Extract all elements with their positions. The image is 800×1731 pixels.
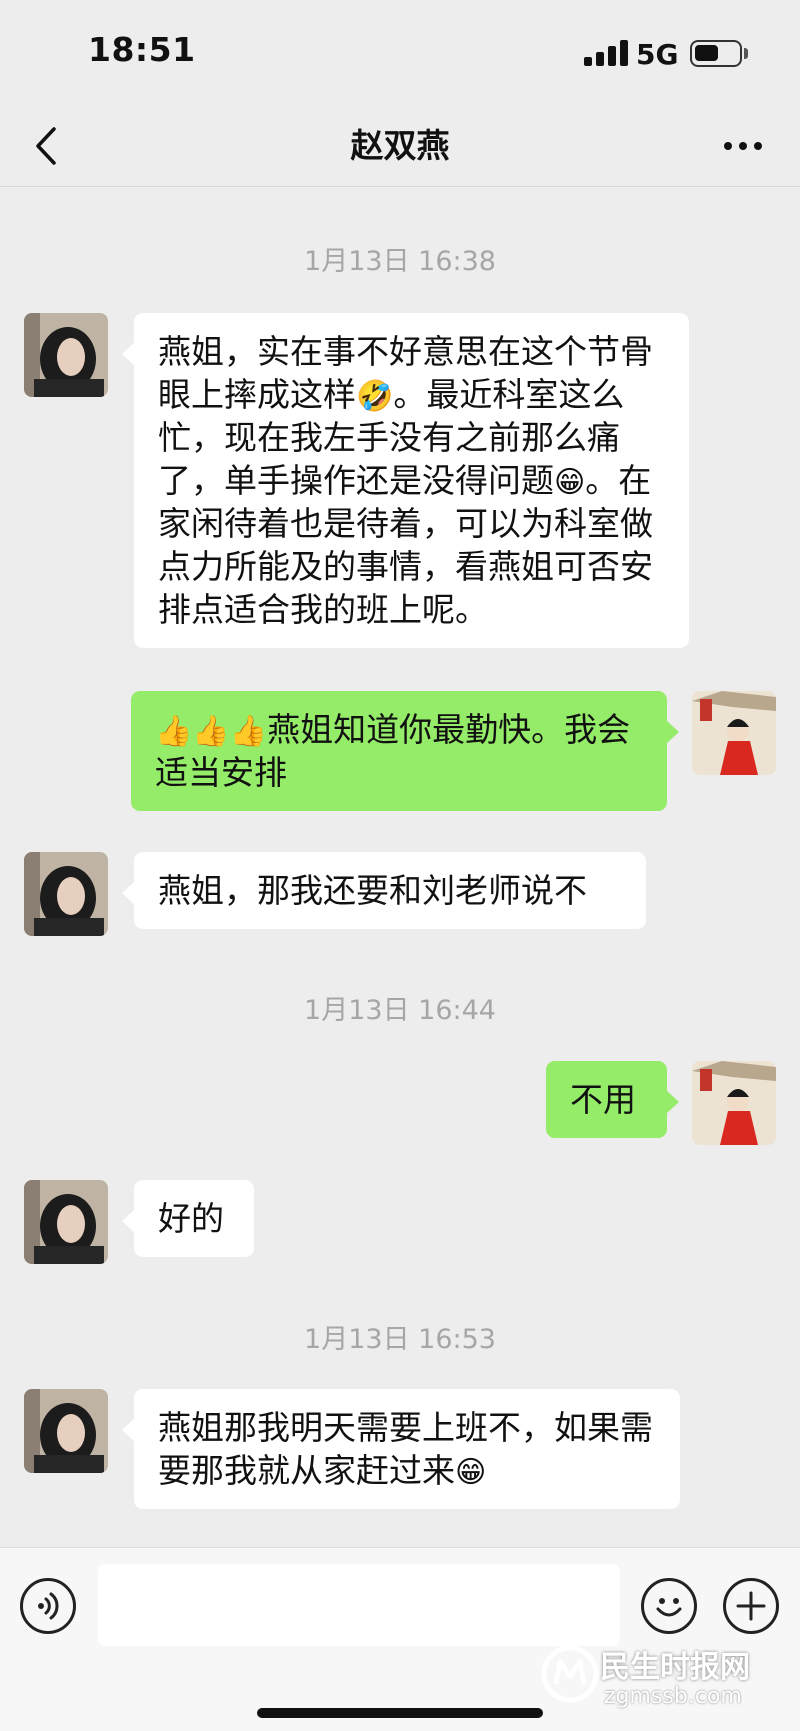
home-indicator [257,1708,543,1718]
network-type: 5G [636,38,679,71]
timestamp: 1月13日 16:44 [304,995,496,1026]
message-text: 不用 [570,1080,636,1119]
message-input[interactable] [98,1564,620,1646]
battery-icon [690,40,742,67]
message-text: 燕姐那我明天需要上班不，如果需要那我就从家赶过来 [158,1408,653,1490]
thumbs-up-emoji-icon: 👍👍👍 [155,714,268,749]
message-bubble[interactable]: 👍👍👍燕姐知道你最勤快。我会适当安排 [131,691,679,811]
voice-icon [38,1592,59,1620]
my-avatar[interactable] [692,691,776,775]
message-bubble[interactable]: 不用 [546,1061,679,1138]
watermark: 民生时报网 zgmssb.com [540,1640,800,1720]
plus-icon [736,1591,766,1621]
message-text: 燕姐，那我还要和刘老师说不 [158,871,587,910]
message-bubble[interactable]: 燕姐，实在事不好意思在这个节骨眼上摔成这样🤣。最近科室这么忙，现在我左手没有之前… [122,313,689,648]
add-button[interactable] [723,1578,779,1634]
watermark-text: 民生时报网 [600,1650,750,1685]
contact-avatar[interactable] [24,1180,108,1264]
grin-emoji-icon: 😁 [554,465,586,500]
status-time: 18:51 [88,30,196,69]
battery-cap [744,48,748,59]
contact-avatar[interactable] [24,1389,108,1473]
nav-bar: 赵双燕 [0,105,800,187]
signal-icon [584,40,628,66]
contact-avatar[interactable] [24,313,108,397]
chat-title: 赵双燕 [350,126,450,165]
status-bar: 18:51 5G [0,0,800,105]
grin-emoji-icon: 😁 [455,1455,487,1490]
message-bubble[interactable]: 燕姐，那我还要和刘老师说不 [122,852,646,929]
rofl-emoji-icon: 🤣 [356,379,394,414]
chevron-left-icon [36,127,56,165]
voice-button[interactable] [20,1578,76,1634]
my-avatar[interactable] [692,1061,776,1145]
watermark-url: zgmssb.com [604,1684,742,1709]
message-bubble[interactable]: 好的 [122,1180,254,1257]
message-bubble[interactable]: 燕姐那我明天需要上班不，如果需要那我就从家赶过来😁 [122,1389,680,1509]
battery-level [695,45,718,61]
timestamp: 1月13日 16:53 [304,1324,496,1355]
back-button[interactable] [26,119,76,173]
more-button[interactable] [712,129,772,163]
watermark-logo-icon [541,1645,599,1703]
timestamp: 1月13日 16:38 [304,246,496,277]
message-text: 好的 [158,1199,224,1238]
smiley-icon [656,1598,682,1617]
contact-avatar[interactable] [24,852,108,936]
emoji-button[interactable] [641,1578,697,1634]
